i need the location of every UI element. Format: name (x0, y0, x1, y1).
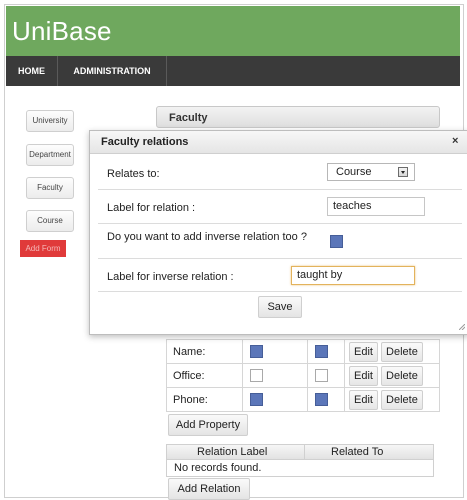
column-header-relation-label: Relation Label (197, 446, 268, 458)
faculty-relations-dialog: Faculty relations × Relates to: Course L… (89, 130, 467, 335)
close-icon[interactable]: × (452, 135, 458, 147)
delete-button[interactable]: Delete (381, 365, 423, 386)
sidebar-item-university[interactable]: University (26, 110, 74, 132)
nav-home[interactable]: HOME (6, 56, 57, 86)
property-checkbox[interactable] (250, 345, 263, 358)
app-logo: UniBase (12, 16, 112, 46)
app-header: UniBase (6, 6, 460, 56)
properties-table: Name: Edit Delete Office: Edit Delete Ph… (166, 339, 440, 412)
sidebar-item-faculty[interactable]: Faculty (26, 177, 74, 199)
inverse-label-input[interactable]: taught by (291, 266, 415, 285)
save-button[interactable]: Save (258, 296, 302, 318)
row-divider (98, 291, 462, 292)
relates-to-value: Course (336, 166, 372, 178)
property-name: Name: (166, 339, 243, 364)
faculty-section-header[interactable]: Faculty (156, 106, 440, 128)
relates-to-label: Relates to: (107, 168, 160, 180)
edit-button[interactable]: Edit (349, 365, 378, 386)
dialog-title: Faculty relations (101, 136, 189, 148)
delete-button[interactable]: Delete (381, 341, 423, 362)
add-relation-button[interactable]: Add Relation (168, 478, 250, 500)
property-checkbox[interactable] (315, 369, 328, 382)
relations-table-header: Relation Label Related To (166, 444, 434, 460)
delete-button[interactable]: Delete (381, 389, 423, 410)
inverse-relation-question: Do you want to add inverse relation too … (107, 231, 307, 243)
nav-administration[interactable]: ADMINISTRATION (58, 56, 166, 86)
property-checkbox[interactable] (250, 393, 263, 406)
table-row: Phone: Edit Delete (166, 387, 440, 412)
resize-handle-icon[interactable] (459, 324, 465, 330)
dialog-titlebar[interactable]: Faculty relations × (90, 131, 467, 154)
label-for-relation-label: Label for relation : (107, 202, 196, 214)
relates-to-select[interactable]: Course (327, 163, 415, 181)
edit-button[interactable]: Edit (349, 389, 378, 410)
table-row: Name: Edit Delete (166, 339, 440, 364)
inverse-relation-checkbox[interactable] (330, 235, 343, 248)
main-nav: HOME ADMINISTRATION (6, 56, 460, 86)
property-checkbox[interactable] (315, 345, 328, 358)
table-row: Office: Edit Delete (166, 363, 440, 388)
add-form-button[interactable]: Add Form (20, 240, 66, 257)
row-divider (98, 258, 462, 259)
chevron-down-icon[interactable] (398, 167, 408, 177)
inverse-label-label: Label for inverse relation : (107, 271, 234, 283)
label-for-relation-input[interactable]: teaches (327, 197, 425, 216)
row-divider (98, 189, 462, 190)
relations-empty-row: No records found. (166, 460, 434, 477)
property-name: Phone: (166, 387, 243, 412)
sidebar-item-course[interactable]: Course (26, 210, 74, 232)
column-divider (304, 445, 305, 460)
property-checkbox[interactable] (315, 393, 328, 406)
add-property-button[interactable]: Add Property (168, 414, 248, 436)
sidebar-item-department[interactable]: Department (26, 144, 74, 166)
property-name: Office: (166, 363, 243, 388)
column-header-related-to: Related To (331, 446, 384, 458)
property-checkbox[interactable] (250, 369, 263, 382)
edit-button[interactable]: Edit (349, 341, 378, 362)
nav-divider (166, 56, 167, 86)
row-divider (98, 223, 462, 224)
